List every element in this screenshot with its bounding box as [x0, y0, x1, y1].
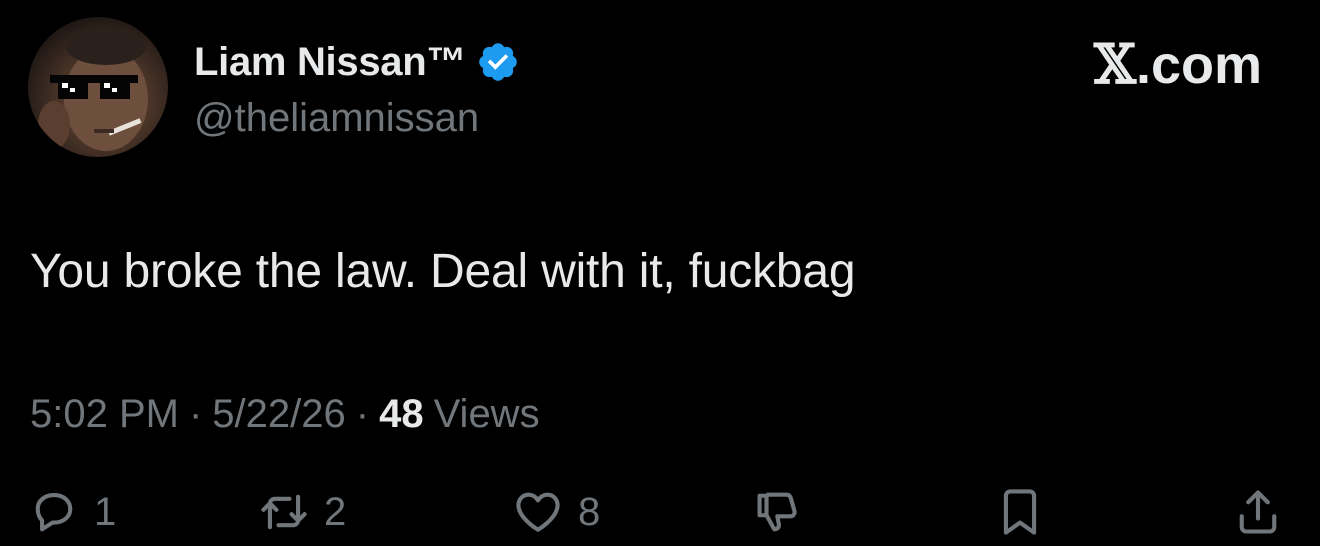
bookmark-button[interactable] — [994, 486, 1046, 538]
share-button[interactable] — [1232, 486, 1284, 538]
avatar-image — [38, 29, 148, 151]
x-logo-icon: 𝕏 — [1094, 32, 1136, 96]
reply-button[interactable]: 1 — [28, 486, 116, 538]
display-name[interactable]: Liam Nissan™ — [194, 40, 466, 85]
tweet-time[interactable]: 5:02 PM — [30, 392, 179, 437]
action-bar: 1 2 8 — [0, 486, 1320, 546]
meta-separator: · — [355, 392, 370, 436]
avatar[interactable] — [28, 17, 168, 157]
heart-icon — [516, 492, 560, 532]
tweet-card: Liam Nissan™ @theliamnissan 𝕏 .com You b… — [0, 0, 1320, 540]
tweet-text: You broke the law. Deal with it, fuckbag — [30, 245, 856, 298]
verified-badge-icon — [476, 40, 520, 84]
like-button[interactable]: 8 — [512, 486, 600, 538]
x-brand-watermark: 𝕏 .com — [1094, 32, 1262, 96]
thumbs-down-icon — [757, 492, 797, 532]
retweet-count: 2 — [324, 489, 347, 534]
share-icon — [1239, 490, 1277, 534]
handle[interactable]: @theliamnissan — [194, 96, 479, 141]
like-count: 8 — [578, 489, 601, 534]
retweet-icon — [261, 494, 307, 530]
retweet-button[interactable]: 2 — [258, 486, 346, 538]
display-name-row[interactable]: Liam Nissan™ — [194, 34, 520, 90]
views-label: Views — [433, 392, 540, 436]
brand-domain: .com — [1135, 35, 1262, 95]
reply-count: 1 — [94, 489, 117, 534]
bookmark-icon — [1003, 489, 1037, 535]
tweet-date[interactable]: 5/22/26 — [212, 392, 345, 437]
views-count: 48 — [379, 392, 424, 436]
meta-separator: · — [188, 392, 203, 436]
tweet-meta: 5:02 PM · 5/22/26 · 48 Views — [30, 392, 540, 437]
reply-icon — [35, 493, 73, 532]
dislike-button[interactable] — [752, 486, 804, 538]
